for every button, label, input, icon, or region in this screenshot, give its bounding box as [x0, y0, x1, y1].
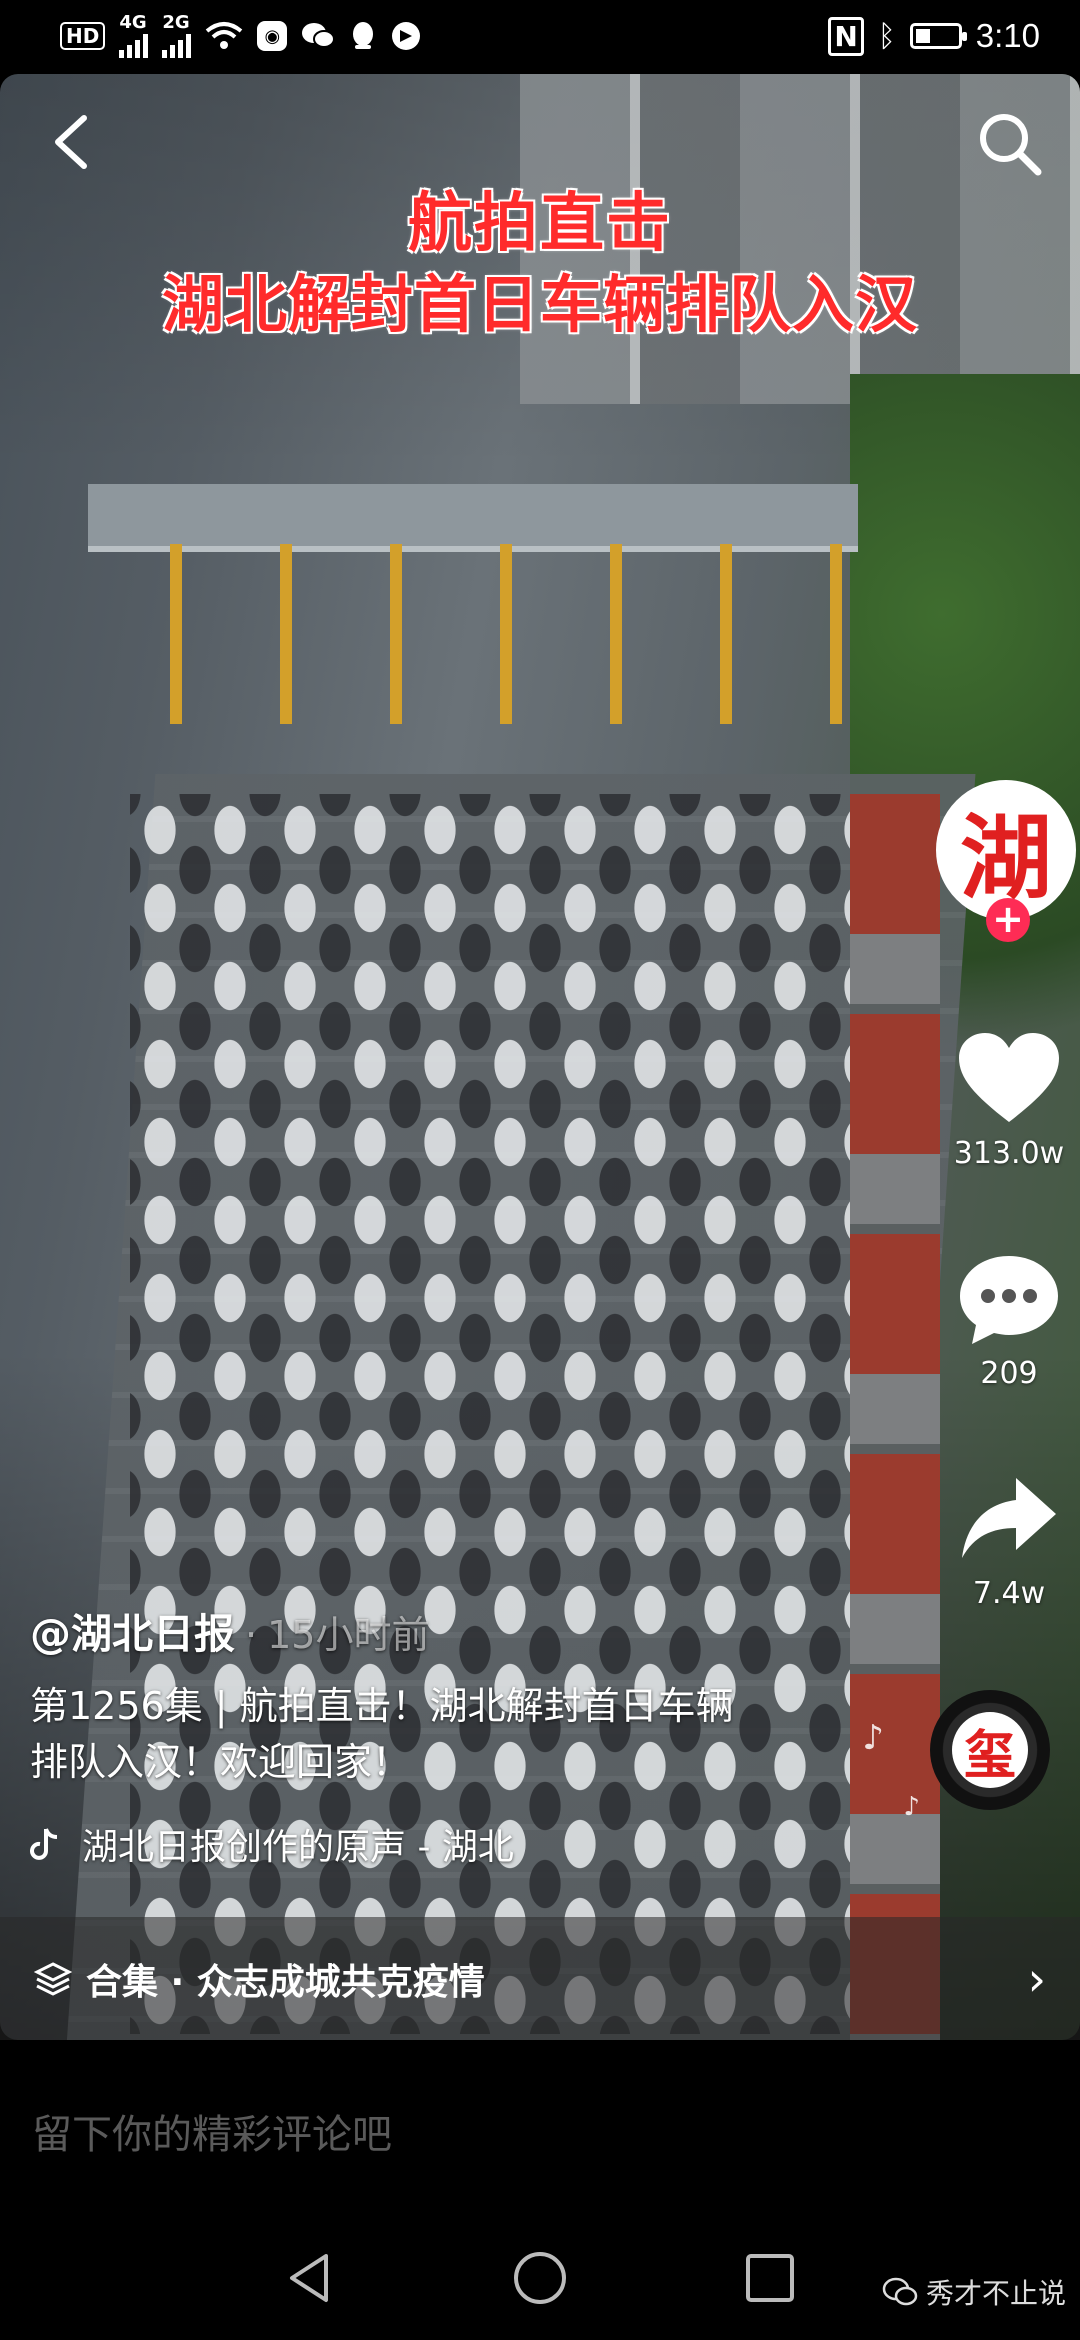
signal-4g-icon: 4G — [119, 12, 149, 58]
comment-button[interactable]: 209 — [936, 1250, 1080, 1391]
post-time: 15小时前 — [267, 1613, 430, 1657]
heart-icon[interactable] — [954, 1030, 1064, 1130]
watermark-text: 秀才不止说 — [925, 2277, 1066, 2310]
share-button[interactable]: 7.4w — [936, 1470, 1080, 1611]
music-info[interactable]: 湖北日报创作的原声 - 湖北 — [30, 1818, 790, 1870]
separator-dot: · — [245, 1613, 258, 1657]
music-title: 湖北日报创作的原声 - 湖北 — [82, 1827, 514, 1868]
signal-2g-icon: 2G — [162, 12, 192, 58]
qq-icon — [353, 22, 374, 49]
nav-home-icon[interactable] — [510, 2248, 570, 2308]
comment-bubble-icon[interactable] — [954, 1250, 1064, 1350]
sim1-label: 4G — [119, 12, 147, 33]
comment-count: 209 — [980, 1356, 1038, 1391]
disc-char: 玺 — [963, 1725, 1016, 1786]
music-note-small-icon: ♪ — [903, 1792, 920, 1822]
author-name[interactable]: @湖北日报 — [30, 1600, 235, 1660]
shield-app-icon — [392, 22, 421, 50]
share-arrow-icon[interactable] — [954, 1470, 1064, 1570]
nav-back-icon[interactable] — [280, 2248, 340, 2308]
author-avatar-block[interactable]: 湖 + — [936, 780, 1080, 942]
collection-label: 合集 · 众志成城共克疫情 — [86, 1961, 485, 2003]
bluetooth-icon: ᛒ — [877, 18, 896, 54]
status-bar: HD 4G 2G ◉ N ᛒ 3:10 — [0, 0, 1080, 72]
wechat-watermark-icon — [882, 2277, 918, 2306]
watermark: 秀才不止说 — [882, 2272, 1066, 2312]
video-scene-trucks — [850, 794, 940, 2040]
comment-bar[interactable]: 留下你的精彩评论吧 — [0, 2040, 1080, 2210]
hd-icon: HD — [60, 22, 106, 50]
search-icon[interactable] — [974, 108, 1044, 178]
video-title-line1: 航拍直击 — [408, 187, 672, 261]
like-button[interactable]: 313.0w — [936, 1030, 1080, 1171]
plus-icon[interactable]: + — [986, 898, 1030, 942]
share-count: 7.4w — [972, 1576, 1046, 1611]
music-note-icon: ♪ — [862, 1718, 884, 1758]
battery-level — [915, 29, 930, 43]
app-notification-icon: ◉ — [257, 21, 288, 51]
chevron-left-icon[interactable] — [44, 112, 104, 172]
layers-icon — [34, 1961, 72, 1996]
system-nav-bar: 秀才不止说 — [0, 2210, 1080, 2340]
battery-icon — [909, 23, 967, 49]
wechat-icon — [302, 23, 336, 48]
sim2-label: 2G — [162, 12, 190, 33]
collection-bar[interactable]: 合集 · 众志成城共克疫情 › — [0, 1917, 1080, 2040]
video-scene-toll-booths — [110, 544, 850, 724]
music-disc-cover: 玺 — [952, 1712, 1028, 1788]
video-description[interactable]: 第1256集 | 航拍直击！湖北解封首日车辆排队入汉！欢迎回家！ — [30, 1678, 770, 1790]
like-count: 313.0w — [953, 1136, 1065, 1171]
chevron-right-icon[interactable]: › — [1028, 1952, 1046, 2006]
author-line: @湖北日报 · 15小时前 — [30, 1600, 790, 1660]
music-disc[interactable]: 玺 — [930, 1690, 1050, 1810]
clock: 3:10 — [975, 17, 1040, 54]
nav-recents-icon[interactable] — [740, 2248, 800, 2308]
wifi-icon — [206, 22, 243, 49]
comment-input[interactable]: 留下你的精彩评论吧 — [32, 2102, 392, 2160]
status-left-icons: HD 4G 2G ◉ — [60, 14, 421, 58]
video-title-line2: 湖北解封首日车辆排队入汉 — [161, 268, 918, 341]
status-right-icons: N ᛒ 3:10 — [828, 16, 1040, 56]
video-info: @湖北日报 · 15小时前 第1256集 | 航拍直击！湖北解封首日车辆排队入汉… — [30, 1600, 790, 1870]
tiktok-note-icon — [30, 1828, 58, 1860]
video-scene-toll-canopy — [88, 484, 858, 552]
nfc-icon: N — [828, 16, 864, 56]
